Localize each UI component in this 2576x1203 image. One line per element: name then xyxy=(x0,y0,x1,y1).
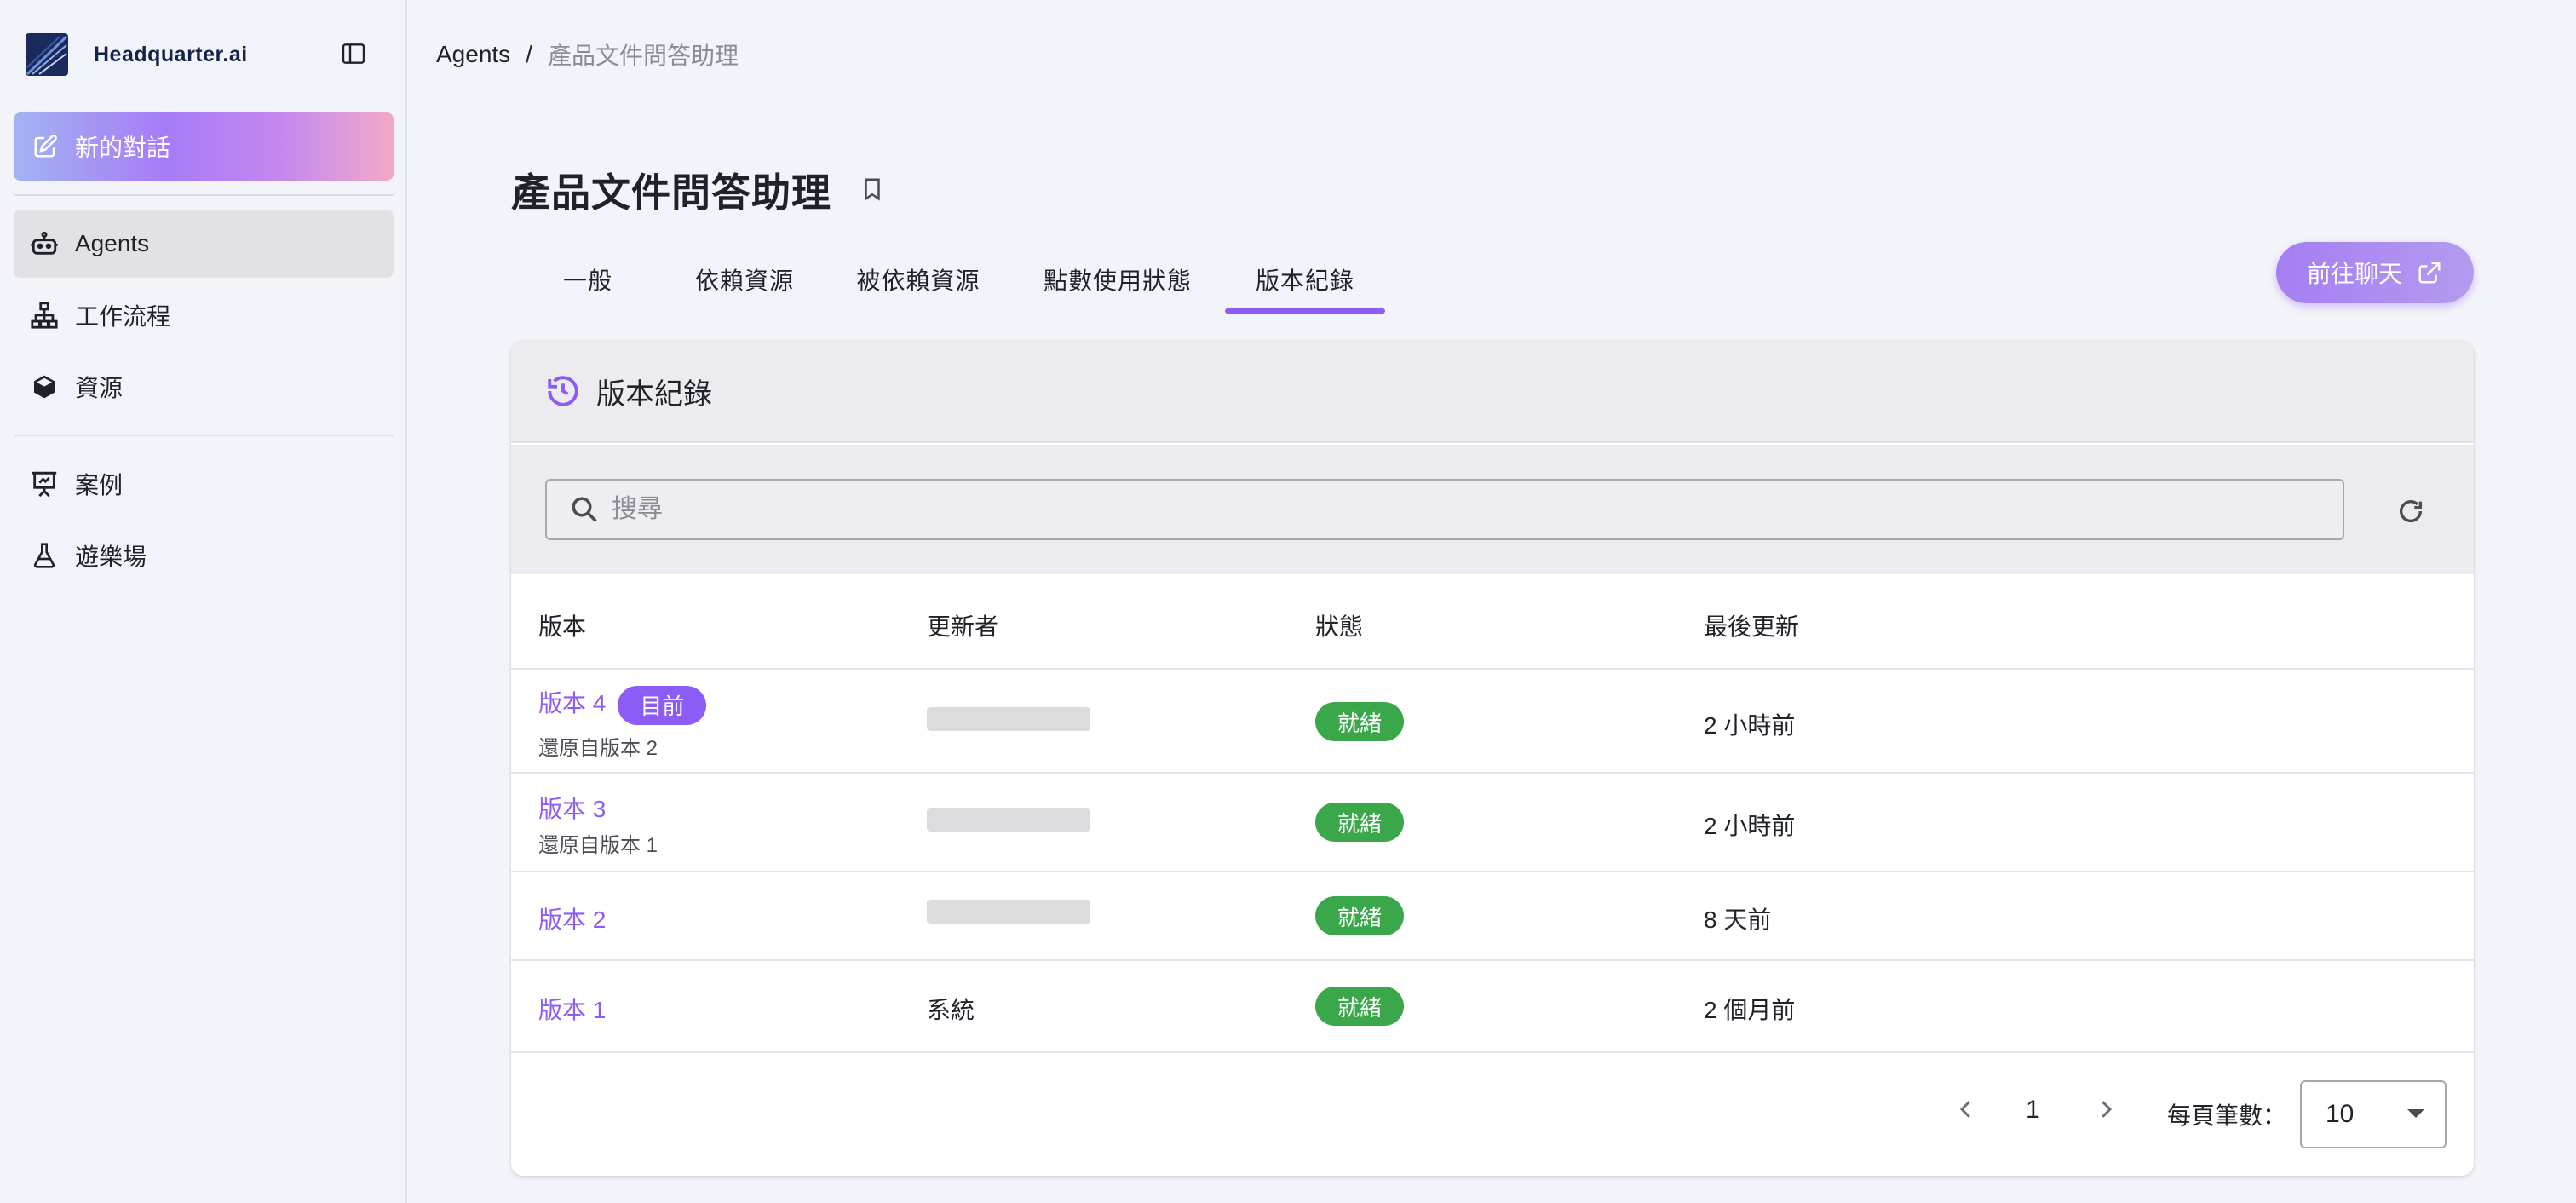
sidebar-item-label: 工作流程 xyxy=(75,303,171,330)
tab-dependencies[interactable]: 依賴資源 xyxy=(681,245,808,314)
version-history-card: 版本紀錄 版本 更新者 狀態 最後更新 版本 4 目前 還原自版本 2 就緒 xyxy=(511,341,2474,1176)
tab-credit-usage[interactable]: 點數使用狀態 xyxy=(1032,245,1203,314)
restored-from-text: 還原自版本 2 xyxy=(538,737,658,760)
sidebar-divider xyxy=(14,435,394,436)
rows-per-page-value: 10 xyxy=(2326,1100,2355,1128)
brand[interactable]: Headquarter.ai xyxy=(26,32,248,77)
table-row[interactable]: 版本 3 還原自版本 1 就緒 2 小時前 xyxy=(511,774,2474,872)
status-badge: 就緒 xyxy=(1315,896,1404,935)
sidebar-item-playground[interactable]: 遊樂場 xyxy=(14,521,394,590)
version-link[interactable]: 版本 4 xyxy=(538,690,606,717)
new-chat-label: 新的對話 xyxy=(75,135,171,161)
sidebar-item-cases[interactable]: 案例 xyxy=(14,450,394,518)
sidebar-item-agents[interactable]: Agents xyxy=(14,210,394,278)
sidebar-item-label: 案例 xyxy=(75,472,124,498)
pagination: 1 每頁筆數： 10 xyxy=(511,1053,2474,1176)
sidebar-item-label: 遊樂場 xyxy=(75,544,147,570)
edit-icon xyxy=(31,132,60,161)
history-icon xyxy=(543,371,583,411)
last-updated-text: 2 小時前 xyxy=(1704,712,1796,739)
card-toolbar xyxy=(511,445,2474,574)
column-header-version[interactable]: 版本 xyxy=(538,608,586,642)
updater-placeholder xyxy=(927,707,1090,731)
current-page-number[interactable]: 1 xyxy=(2026,1096,2040,1125)
sidebar-toggle-button[interactable] xyxy=(339,39,368,68)
updater-placeholder xyxy=(927,808,1090,832)
restored-from-text: 還原自版本 1 xyxy=(538,834,658,857)
status-badge: 就緒 xyxy=(1315,803,1404,842)
bookmark-button[interactable] xyxy=(857,174,888,204)
breadcrumb-separator: / xyxy=(526,41,532,67)
new-chat-button[interactable]: 新的對話 xyxy=(14,112,394,181)
page-title: 產品文件問答助理 xyxy=(511,170,831,215)
last-updated-text: 8 天前 xyxy=(1704,907,1772,933)
tab-label: 依賴資源 xyxy=(694,268,794,294)
version-link[interactable]: 版本 3 xyxy=(538,791,606,825)
tab-version-history[interactable]: 版本紀錄 xyxy=(1225,245,1385,314)
last-updated-text: 2 小時前 xyxy=(1704,813,1796,839)
table-header: 版本 更新者 狀態 最後更新 xyxy=(511,574,2474,670)
status-badge: 就緒 xyxy=(1315,987,1404,1026)
next-page-button[interactable] xyxy=(2087,1091,2125,1128)
last-updated-text: 2 個月前 xyxy=(1704,997,1796,1023)
search-input[interactable] xyxy=(612,495,2230,524)
card-header: 版本紀錄 xyxy=(511,341,2474,443)
current-badge: 目前 xyxy=(618,685,707,725)
column-header-last-updated[interactable]: 最後更新 xyxy=(1704,608,1799,642)
sidebar: Headquarter.ai 新的對話 Agents 工作流程 資源 案例 遊樂… xyxy=(0,0,407,1203)
version-cell: 版本 4 目前 xyxy=(538,685,707,725)
updater-placeholder xyxy=(927,900,1090,924)
tab-label: 版本紀錄 xyxy=(1255,268,1354,294)
bookmark-icon xyxy=(865,178,880,201)
breadcrumb-current: 產品文件問答助理 xyxy=(547,43,739,69)
robot-icon xyxy=(29,228,60,259)
rows-per-page-select[interactable]: 10 xyxy=(2300,1080,2447,1148)
tab-label: 點數使用狀態 xyxy=(1043,268,1192,294)
sidebar-divider xyxy=(14,194,394,196)
breadcrumb: Agents / 產品文件問答助理 xyxy=(436,37,739,72)
tab-general[interactable]: 一般 xyxy=(545,245,630,314)
table-row[interactable]: 版本 2 就緒 8 天前 xyxy=(511,872,2474,961)
column-header-status[interactable]: 狀態 xyxy=(1315,608,1363,642)
breadcrumb-agents-link[interactable]: Agents xyxy=(436,41,510,68)
sidebar-item-workflow[interactable]: 工作流程 xyxy=(14,281,394,349)
search-icon xyxy=(567,492,601,527)
updater-text: 系統 xyxy=(927,997,975,1023)
refresh-icon xyxy=(2399,500,2423,522)
search-box[interactable] xyxy=(545,479,2344,540)
sidebar-toggle-icon xyxy=(342,43,365,64)
refresh-button[interactable] xyxy=(2392,492,2429,530)
status-badge: 就緒 xyxy=(1315,702,1404,741)
table-row[interactable]: 版本 1 系統 就緒 2 個月前 xyxy=(511,961,2474,1053)
prev-page-button[interactable] xyxy=(1947,1091,1985,1128)
brand-name: Headquarter.ai xyxy=(94,42,248,66)
chevron-right-icon xyxy=(2102,1101,2113,1118)
tab-label: 一般 xyxy=(562,268,612,294)
version-link[interactable]: 版本 1 xyxy=(538,992,606,1026)
card-title: 版本紀錄 xyxy=(596,377,712,411)
chevron-left-icon xyxy=(1959,1101,1970,1118)
version-link[interactable]: 版本 2 xyxy=(538,901,606,935)
presentation-icon xyxy=(29,469,60,499)
tab-dependents[interactable]: 被依賴資源 xyxy=(845,245,992,314)
sidebar-item-label: 資源 xyxy=(75,375,124,401)
sidebar-item-resources[interactable]: 資源 xyxy=(14,353,394,421)
flask-icon xyxy=(29,540,60,571)
workflow-icon xyxy=(29,300,60,331)
brand-logo xyxy=(26,33,68,76)
column-header-updater[interactable]: 更新者 xyxy=(927,608,998,642)
sidebar-item-label: Agents xyxy=(75,230,150,256)
tab-label: 被依賴資源 xyxy=(856,268,980,294)
goto-chat-button[interactable]: 前往聊天 xyxy=(2276,242,2474,303)
goto-chat-label: 前往聊天 xyxy=(2306,261,2402,287)
rows-per-page-label: 每頁筆數： xyxy=(2167,1102,2287,1129)
cube-icon xyxy=(29,371,60,402)
table-row[interactable]: 版本 4 目前 還原自版本 2 就緒 2 小時前 xyxy=(511,670,2474,774)
external-link-icon xyxy=(2416,259,2443,286)
caret-down-icon xyxy=(2407,1109,2424,1118)
